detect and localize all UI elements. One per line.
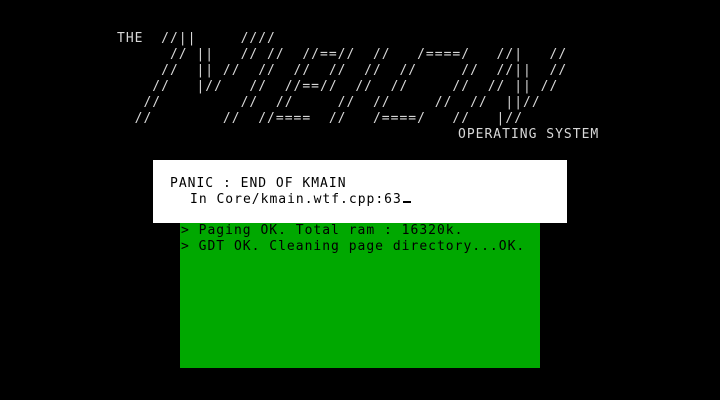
logo-ascii-line: THE //|| //// (117, 31, 276, 46)
panic-location: In Core/kmain.wtf.cpp:63 (190, 192, 402, 207)
logo-ascii-line: // || // // // // // // // //|| // (117, 63, 568, 78)
logo-ascii-line: // || // // //==// // /====/ //| // (117, 47, 568, 62)
text-cursor (402, 201, 411, 203)
panic-location-row: In Core/kmain.wtf.cpp:63 (190, 192, 411, 208)
os-logo: THE //|| //// // || // // //==// // /===… (0, 0, 720, 145)
console-line-gdt: > GDT OK. Cleaning page directory...OK. (181, 239, 526, 254)
console-line-paging: > Paging OK. Total ram : 16320k. (181, 223, 464, 238)
logo-ascii-line: // // //==== // /====/ // |// (117, 111, 524, 126)
logo-ascii-line: // // // // // // // ||// (117, 95, 541, 110)
panic-title: PANIC : END OF KMAIN (170, 176, 347, 191)
boot-screen: THE //|| //// // || // // //==// // /===… (0, 0, 720, 400)
panic-box: PANIC : END OF KMAIN In Core/kmain.wtf.c… (153, 160, 567, 223)
logo-subtitle: OPERATING SYSTEM (458, 127, 600, 142)
boot-console: > Paging OK. Total ram : 16320k. > GDT O… (180, 222, 540, 368)
logo-ascii-line: // |// // //==// // // // // || // (117, 79, 559, 94)
